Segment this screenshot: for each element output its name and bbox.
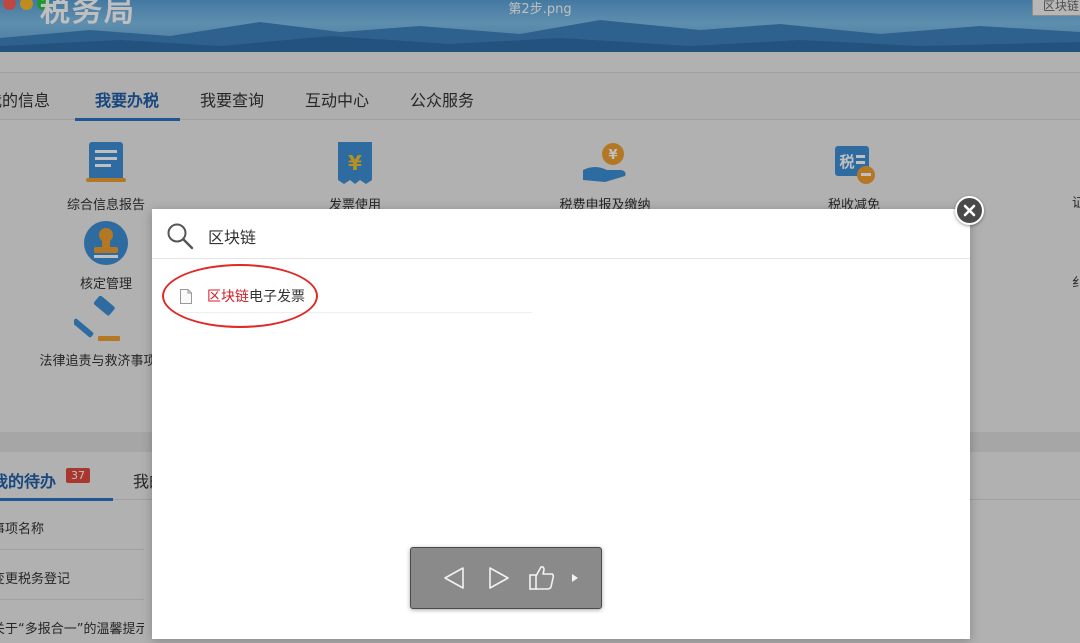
viewer-toolbar [410, 547, 602, 609]
thumbs-up-icon[interactable] [528, 563, 556, 591]
annotation-circle [162, 264, 318, 328]
next-icon[interactable] [488, 566, 510, 590]
previous-icon[interactable] [443, 566, 465, 590]
search-bar: 区块链 [152, 209, 970, 259]
more-arrow-icon[interactable] [571, 573, 579, 583]
close-icon [963, 204, 976, 217]
search-input[interactable]: 区块链 [208, 224, 256, 248]
close-button[interactable] [955, 196, 984, 225]
search-icon [167, 223, 194, 250]
